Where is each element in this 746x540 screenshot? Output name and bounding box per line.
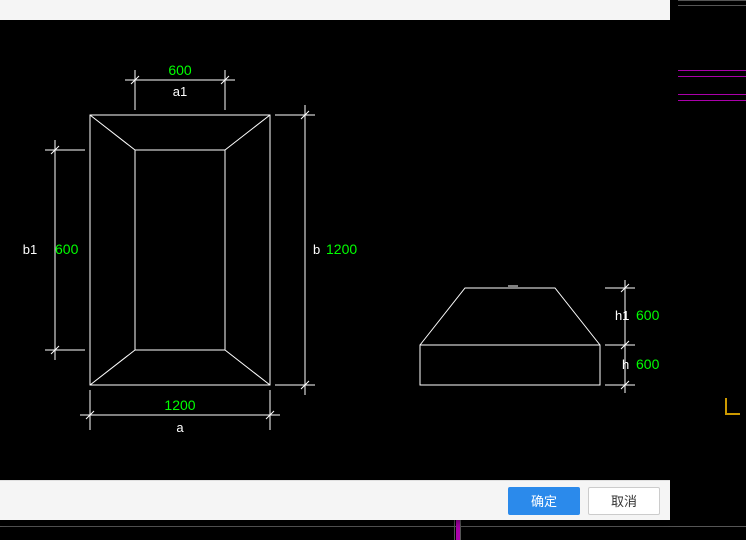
dim-value-b1: 600 — [55, 241, 79, 257]
bg-line — [678, 100, 746, 101]
dim-label-b: b — [313, 242, 320, 257]
dim-label-a: a — [176, 420, 184, 435]
bg-line — [678, 5, 746, 6]
plan-outer-rect — [90, 115, 270, 385]
dim-value-b: 1200 — [326, 241, 357, 257]
preview-dialog: 600 a1 1200 a b1 600 — [0, 0, 670, 520]
dim-label-b1: b1 — [23, 242, 37, 257]
bg-line — [678, 94, 746, 95]
elev-top-trapezoid — [420, 288, 600, 345]
bg-line — [460, 520, 461, 540]
bg-line — [456, 520, 460, 540]
dim-label-h1: h1 — [615, 308, 629, 323]
bg-line — [678, 76, 746, 77]
dim-value-a: 1200 — [164, 397, 195, 413]
bg-line — [678, 70, 746, 71]
geometry-svg: 600 a1 1200 a b1 600 — [0, 20, 670, 480]
bg-line — [454, 520, 455, 540]
ok-button[interactable]: 确定 — [508, 487, 580, 515]
plan-inner-rect — [135, 150, 225, 350]
dim-value-a1: 600 — [168, 62, 192, 78]
bg-line — [678, 0, 746, 1]
dim-label-a1: a1 — [173, 84, 187, 99]
plan-diag — [225, 350, 270, 385]
cancel-button[interactable]: 取消 — [588, 487, 660, 515]
dialog-titlebar — [0, 0, 670, 21]
cad-preview: 600 a1 1200 a b1 600 — [0, 20, 670, 480]
plan-diag — [90, 115, 135, 150]
plan-diag — [225, 115, 270, 150]
dialog-footer: 确定 取消 — [0, 480, 670, 520]
app-stage: 600 a1 1200 a b1 600 — [0, 0, 746, 540]
dim-value-h1: 600 — [636, 307, 660, 323]
dim-label-h: h — [622, 357, 629, 372]
dim-value-h: 600 — [636, 356, 660, 372]
bg-line — [0, 526, 746, 527]
bg-glyph — [722, 396, 746, 420]
plan-diag — [90, 350, 135, 385]
elev-base-rect — [420, 345, 600, 385]
